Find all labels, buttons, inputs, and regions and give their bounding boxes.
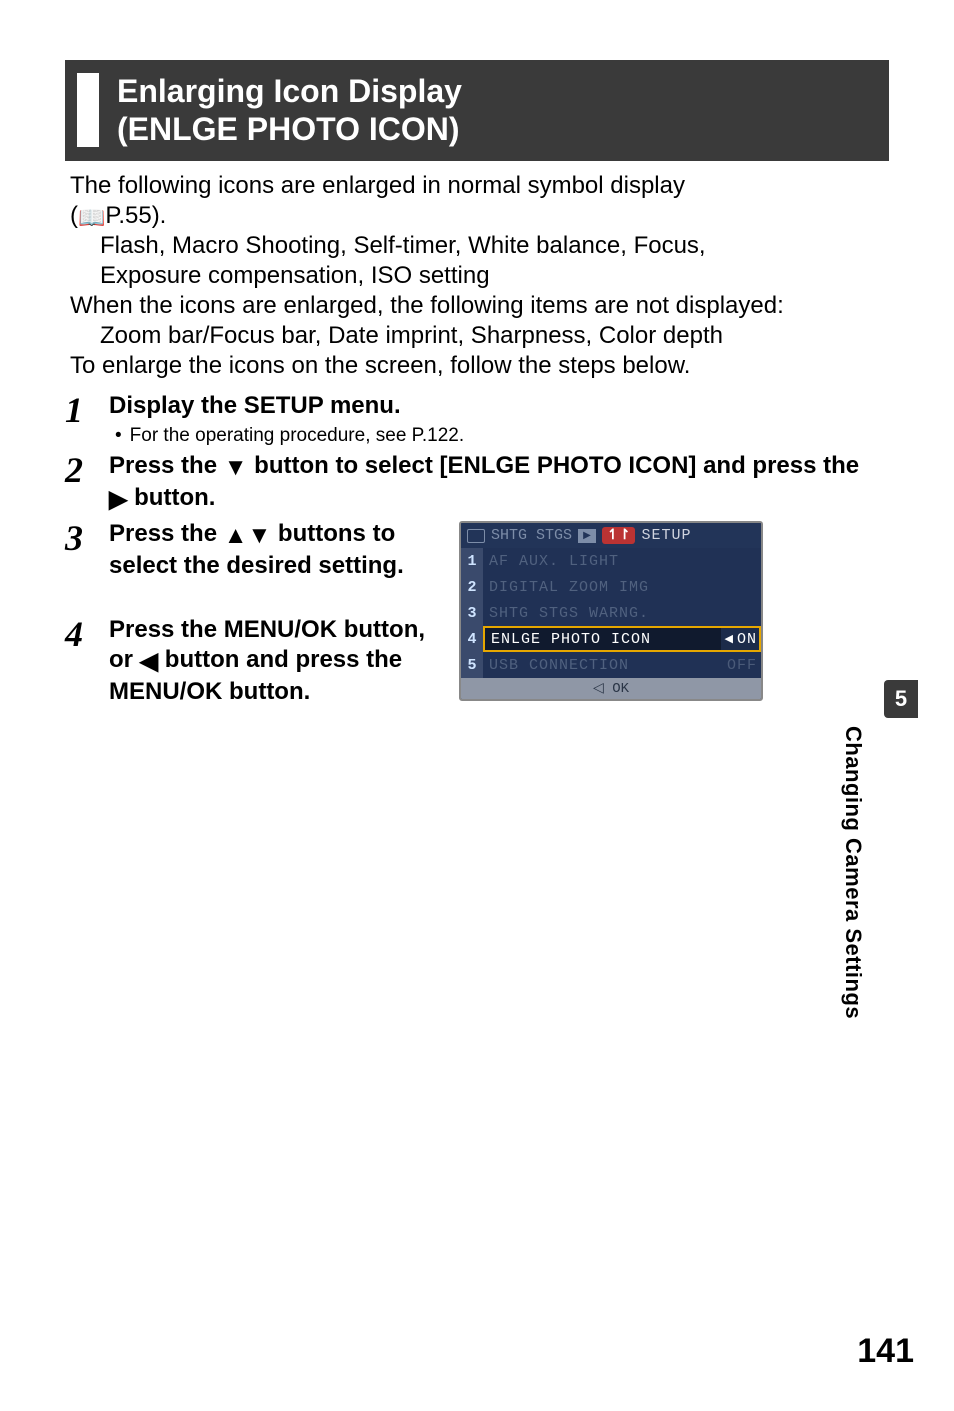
- menu-row-label: ENLGE PHOTO ICON◀ ON: [483, 626, 761, 652]
- menu-row-label: USB CONNECTIONOFF: [483, 652, 761, 678]
- menu-row-index: 1: [461, 548, 483, 574]
- setup-tab-label: SETUP: [641, 527, 691, 544]
- step-2-title: Press the ▼ button to select [ENLGE PHOT…: [109, 451, 884, 515]
- chapter-number: 5: [884, 680, 918, 718]
- menu-row-value-off: OFF: [727, 657, 757, 674]
- menu-row-4: 4ENLGE PHOTO ICON◀ ON: [461, 626, 761, 652]
- camera-screenshot: SHTG STGS ▶ ↿↾ SETUP 1AF AUX. LIGHT2DIGI…: [459, 521, 763, 701]
- hidden-items-list: Zoom bar/Focus bar, Date imprint, Sharpn…: [100, 321, 884, 351]
- step-number-4: 4: [65, 616, 109, 652]
- step-3-title: Press the ▲▼ buttons to select the desir…: [109, 519, 449, 581]
- step-1-title: Display the SETUP menu.: [109, 391, 884, 421]
- menu-row-index: 2: [461, 574, 483, 600]
- step-number-1: 1: [65, 392, 109, 428]
- step-4: 4 Press the MENU/OK button, or ◀ button …: [65, 615, 884, 707]
- step-number-3: 3: [65, 520, 109, 556]
- menu-row-label: SHTG STGS WARNG.: [483, 600, 761, 626]
- menu-row-1: 1AF AUX. LIGHT: [461, 548, 761, 574]
- step-1: 1 Display the SETUP menu. For the operat…: [65, 391, 884, 447]
- down-triangle-icon-2: ▼: [248, 521, 272, 551]
- up-triangle-icon: ▲: [224, 521, 248, 551]
- steps-list: 1 Display the SETUP menu. For the operat…: [65, 391, 884, 707]
- enlarged-icons-list-1: Flash, Macro Shooting, Self-timer, White…: [100, 231, 884, 261]
- menu-row-label: DIGITAL ZOOM IMG: [483, 574, 761, 600]
- reference-icon: 📖: [78, 204, 105, 232]
- setup-tab-selected: ↿↾: [602, 527, 635, 544]
- step-2: 2 Press the ▼ button to select [ENLGE PH…: [65, 451, 884, 515]
- step-4-title: Press the MENU/OK button, or ◀ button an…: [109, 615, 449, 707]
- step-1-note: For the operating procedure, see P.122.: [109, 425, 884, 447]
- intro-text: The following icons are enlarged in norm…: [70, 171, 884, 382]
- header-marker: [77, 73, 99, 147]
- camera-tab-icon: [467, 529, 485, 543]
- section-title: Enlarging Icon Display (ENLGE PHOTO ICON…: [117, 72, 462, 149]
- menu-row-label: AF AUX. LIGHT: [483, 548, 761, 574]
- right-triangle-icon: ▶: [109, 485, 127, 515]
- chapter-side-tab: 5 Changing Camera Settings: [840, 680, 918, 1019]
- screenshot-tabs: SHTG STGS ▶ ↿↾ SETUP: [461, 523, 761, 548]
- down-triangle-icon: ▼: [224, 453, 248, 483]
- shtg-stgs-tab: SHTG STGS: [491, 527, 572, 544]
- menu-row-2: 2DIGITAL ZOOM IMG: [461, 574, 761, 600]
- page-number: 141: [857, 1332, 914, 1371]
- play-tab-icon: ▶: [578, 529, 596, 543]
- left-triangle-icon: ◀: [140, 647, 158, 677]
- enlarged-icons-list-2: Exposure compensation, ISO setting: [100, 261, 884, 291]
- section-header: Enlarging Icon Display (ENLGE PHOTO ICON…: [65, 60, 889, 161]
- menu-row-value-on: ◀ ON: [721, 626, 761, 652]
- menu-row-5: 5USB CONNECTIONOFF: [461, 652, 761, 678]
- menu-row-3: 3SHTG STGS WARNG.: [461, 600, 761, 626]
- step-number-2: 2: [65, 452, 109, 488]
- chapter-title: Changing Camera Settings: [840, 726, 866, 1019]
